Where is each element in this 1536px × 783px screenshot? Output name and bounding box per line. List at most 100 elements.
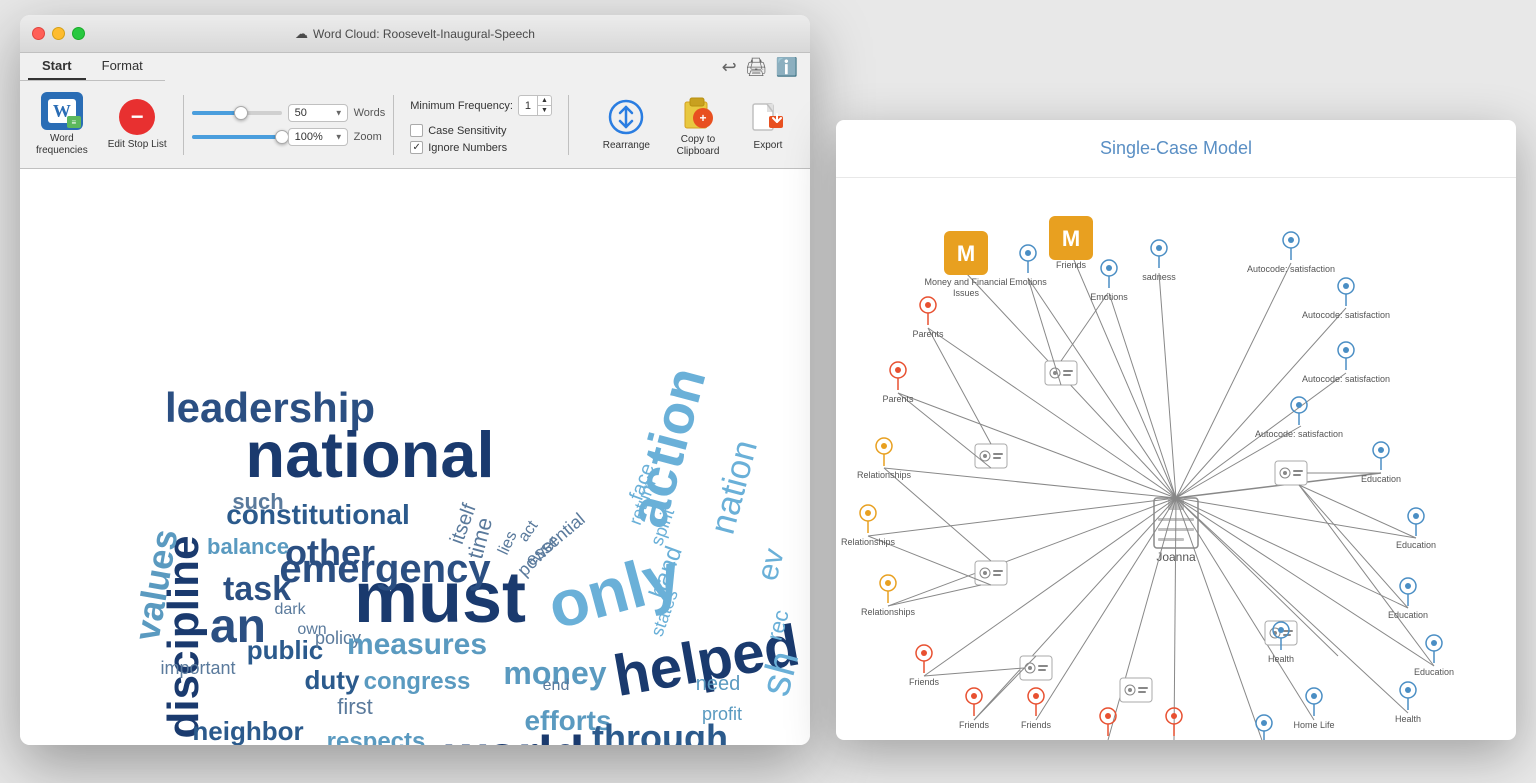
svg-text:Health: Health bbox=[1268, 654, 1294, 664]
word-first: first bbox=[337, 694, 372, 719]
tab-start[interactable]: Start bbox=[28, 53, 86, 80]
word-congress: congress bbox=[364, 668, 471, 695]
zoom-slider[interactable] bbox=[192, 135, 282, 139]
toolbar-topright: ↩ 🖨 ℹ️ bbox=[722, 57, 810, 78]
svg-text:Parents: Parents bbox=[882, 394, 914, 404]
zoom-unit-label: Zoom bbox=[354, 131, 382, 143]
case-sensitivity-checkbox[interactable] bbox=[410, 124, 423, 137]
app-window: ☁ Word Cloud: Roosevelt-Inaugural-Speech… bbox=[20, 15, 810, 745]
svg-text:Emotions: Emotions bbox=[1009, 277, 1047, 287]
health-2[interactable]: Health bbox=[1395, 682, 1421, 724]
zoom-select[interactable]: 100% ▼ bbox=[288, 128, 348, 146]
minimize-button[interactable] bbox=[52, 27, 65, 40]
education-1[interactable]: Education bbox=[1361, 442, 1401, 484]
words-slider-row: 50 ▼ Words bbox=[192, 104, 386, 122]
edit-stop-list-label: Edit Stop List bbox=[108, 139, 167, 151]
toolbar-top: Start Format ↩ 🖨 ℹ️ bbox=[20, 53, 810, 81]
autocode-3[interactable]: Autocode: satisfaction bbox=[1302, 342, 1390, 384]
svg-text:Emotions: Emotions bbox=[1090, 292, 1128, 302]
maximize-button[interactable] bbox=[72, 27, 85, 40]
word-neighbor: neighbor bbox=[192, 716, 303, 745]
close-button[interactable] bbox=[32, 27, 45, 40]
word-frequencies-label: Word frequencies bbox=[36, 133, 88, 157]
tab-format[interactable]: Format bbox=[88, 53, 157, 80]
export-button[interactable]: Export bbox=[734, 93, 802, 156]
svg-text:Relationships: Relationships bbox=[841, 537, 896, 547]
rearrange-button[interactable]: Rearrange bbox=[591, 93, 662, 156]
case-sensitivity-row: Case Sensitivity bbox=[410, 124, 552, 137]
friends-bottom-3[interactable]: Friends bbox=[909, 645, 940, 687]
ignore-numbers-row: ✓ Ignore Numbers bbox=[410, 141, 552, 154]
ignore-numbers-label: Ignore Numbers bbox=[428, 142, 507, 154]
svg-text:Friends: Friends bbox=[909, 677, 940, 687]
case-model-title: Single-Case Model bbox=[836, 120, 1516, 178]
relationships-2[interactable]: Relationships bbox=[841, 505, 896, 547]
print-icon[interactable]: 🖨 bbox=[745, 57, 768, 78]
rearrange-icon bbox=[607, 98, 645, 136]
parents-1[interactable]: Parents bbox=[882, 362, 914, 404]
min-freq-down[interactable]: ▼ bbox=[538, 106, 551, 115]
min-freq-up[interactable]: ▲ bbox=[538, 96, 551, 106]
words-select[interactable]: 50 ▼ bbox=[288, 104, 348, 122]
work-issues-inner-node[interactable] bbox=[1120, 678, 1152, 702]
emotions-inner-node[interactable] bbox=[1045, 361, 1077, 385]
work-issues-2[interactable]: Work Issues bbox=[1083, 708, 1133, 740]
export-label: Export bbox=[754, 140, 783, 152]
svg-text:Friends: Friends bbox=[959, 720, 990, 730]
min-freq-value[interactable]: 1 bbox=[519, 96, 537, 115]
copy-clipboard-button[interactable]: + Copy to Clipboard bbox=[664, 87, 732, 162]
relationships-3[interactable]: Relationships bbox=[857, 438, 912, 480]
svg-text:Education: Education bbox=[1361, 474, 1401, 484]
home-life-2[interactable]: Home Life bbox=[1243, 715, 1284, 740]
svg-text:Friends: Friends bbox=[1056, 260, 1087, 270]
word-respects: respects bbox=[327, 728, 426, 745]
parents-inner-node[interactable] bbox=[975, 444, 1007, 468]
info-icon[interactable]: ℹ️ bbox=[776, 57, 798, 78]
relationships-1[interactable]: Relationships bbox=[861, 575, 916, 617]
action-buttons: Rearrange + Copy to Clipboard bbox=[591, 87, 802, 162]
education-2[interactable]: Education bbox=[1396, 508, 1436, 550]
options-section: Minimum Frequency: 1 ▲ ▼ Case Sensitivit… bbox=[402, 91, 560, 158]
svg-text:M: M bbox=[1062, 226, 1080, 251]
words-unit-label: Words bbox=[354, 107, 386, 119]
emotions-node-1[interactable]: Emotions bbox=[1009, 245, 1047, 287]
words-slider[interactable] bbox=[192, 111, 282, 115]
education-4[interactable]: Education bbox=[1414, 635, 1454, 677]
svg-text:Friends: Friends bbox=[1021, 720, 1052, 730]
word-cloud-svg: leadership national action must only hel… bbox=[20, 169, 810, 745]
parents-2[interactable]: Parents bbox=[912, 297, 944, 339]
case-model-body: Joanna bbox=[836, 178, 1516, 740]
svg-text:sadness: sadness bbox=[1142, 272, 1176, 282]
ignore-numbers-checkbox[interactable]: ✓ bbox=[410, 141, 423, 154]
toolbar-content: W ≡ Word frequencies − Edit Stop List bbox=[20, 81, 810, 168]
autocode-1[interactable]: Autocode: satisfaction bbox=[1247, 232, 1335, 274]
case-sensitivity-label: Case Sensitivity bbox=[428, 125, 506, 137]
title-bar: ☁ Word Cloud: Roosevelt-Inaugural-Speech bbox=[20, 15, 810, 53]
svg-text:Money and Financial: Money and Financial bbox=[924, 277, 1007, 287]
money-financial-node[interactable]: M Money and Financial Issues bbox=[924, 231, 1007, 298]
word-such: such bbox=[232, 489, 283, 514]
svg-text:Education: Education bbox=[1396, 540, 1436, 550]
emotions-node-2[interactable]: Emotions bbox=[1090, 260, 1128, 302]
word-need: need bbox=[696, 673, 741, 695]
sadness-node[interactable]: sadness bbox=[1142, 240, 1176, 282]
education-3[interactable]: Education bbox=[1388, 578, 1428, 620]
autocode-2[interactable]: Autocode: satisfaction bbox=[1302, 278, 1390, 320]
center-node-label: Joanna bbox=[1156, 550, 1196, 564]
svg-text:Education: Education bbox=[1414, 667, 1454, 677]
separator-2 bbox=[393, 95, 394, 155]
undo-icon[interactable]: ↩ bbox=[722, 57, 737, 78]
autocode-4[interactable]: Autocode: satisfaction bbox=[1255, 397, 1343, 439]
home-life-1[interactable]: Home Life bbox=[1293, 688, 1334, 730]
min-freq-row: Minimum Frequency: 1 ▲ ▼ bbox=[410, 95, 552, 116]
separator-3 bbox=[568, 95, 569, 155]
friends-bottom-1[interactable]: Friends bbox=[1021, 688, 1052, 730]
friends-top-node[interactable]: M Friends bbox=[1049, 216, 1093, 270]
education-inner-node[interactable] bbox=[1275, 461, 1307, 485]
word-national: national bbox=[245, 418, 494, 491]
word-frequencies-button[interactable]: W ≡ Word frequencies bbox=[28, 90, 96, 159]
edit-stop-list-button[interactable]: − Edit Stop List bbox=[100, 96, 175, 153]
svg-text:Autocode: satisfaction: Autocode: satisfaction bbox=[1302, 310, 1390, 320]
relationships-inner-node[interactable] bbox=[975, 561, 1007, 585]
copy-clipboard-label: Copy to Clipboard bbox=[677, 134, 720, 158]
